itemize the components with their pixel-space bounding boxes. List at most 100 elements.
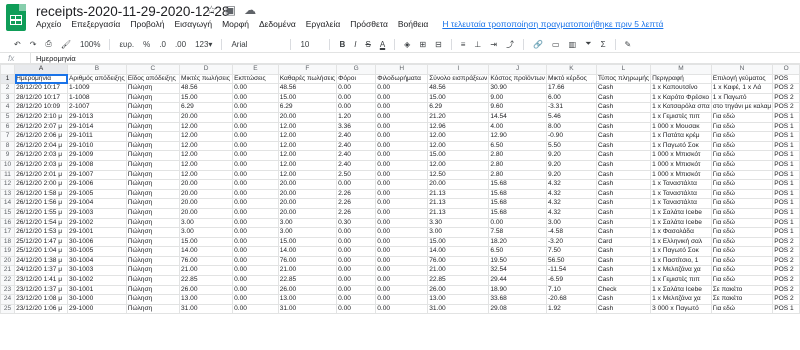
cell[interactable]: POS 1 xyxy=(772,150,800,161)
row-header[interactable]: 15 xyxy=(0,207,16,219)
cell[interactable]: 28/12/20 10:17 xyxy=(14,92,69,104)
cell[interactable]: Cash xyxy=(595,159,652,171)
cell[interactable]: 29-1007 xyxy=(67,169,127,181)
cell[interactable]: Για εδώ xyxy=(710,265,774,277)
cell[interactable]: Πώληση xyxy=(125,294,181,305)
cell[interactable]: 0.00 xyxy=(232,246,279,257)
cell[interactable]: 0.00 xyxy=(375,294,429,305)
percent-format-button[interactable]: % xyxy=(143,40,150,49)
cell[interactable]: 5.46 xyxy=(545,111,597,123)
cell[interactable]: 1 x Ταναστάλτα xyxy=(650,198,712,209)
row-header[interactable]: 11 xyxy=(0,169,16,181)
column-header-c[interactable]: C xyxy=(125,64,181,75)
cell[interactable]: 2.80 xyxy=(488,169,547,181)
cell[interactable]: 22.85 xyxy=(427,275,490,286)
cell[interactable]: POS 2 xyxy=(772,102,800,113)
cell[interactable]: 12.00 xyxy=(277,159,338,171)
cell[interactable]: 48.56 xyxy=(427,83,490,94)
column-header-i[interactable]: I xyxy=(427,64,490,75)
cell[interactable]: Για εδώ xyxy=(710,198,774,209)
cell[interactable]: 2.26 xyxy=(336,207,377,219)
cell[interactable]: 0.00 xyxy=(375,83,429,94)
cell[interactable]: 0.00 xyxy=(375,217,429,229)
cell[interactable]: 1 x Μελιτζάνα χα xyxy=(650,294,712,305)
cell[interactable]: 17.66 xyxy=(545,83,597,94)
cell[interactable]: 0.00 xyxy=(336,303,377,315)
cell[interactable]: POS 1 xyxy=(772,131,800,142)
cell[interactable]: 7.58 xyxy=(488,227,547,238)
cell[interactable]: POS 2 xyxy=(772,246,800,257)
cell[interactable]: 3.30 xyxy=(427,217,490,229)
cell[interactable]: 30-1005 xyxy=(67,246,127,257)
increase-decimals-button[interactable]: .00 xyxy=(175,40,186,49)
cell[interactable]: 15.00 xyxy=(277,92,338,104)
cell[interactable]: Σύνολο εισπράξεων xyxy=(427,73,490,85)
cell[interactable]: -3.20 xyxy=(545,236,597,248)
cell[interactable]: Για εδώ xyxy=(710,169,774,181)
cell[interactable]: 6.29 xyxy=(427,102,490,113)
row-header[interactable]: 17 xyxy=(0,227,16,238)
cell[interactable]: 4.32 xyxy=(545,188,597,200)
menu-help[interactable]: Βοήθεια xyxy=(398,19,428,35)
merge-cells-icon[interactable]: ⊟ xyxy=(435,40,442,49)
column-header-b[interactable]: B xyxy=(67,64,127,75)
row-header[interactable]: 19 xyxy=(0,246,16,257)
cell[interactable]: 1 x Ταναστάλτα xyxy=(650,179,712,190)
row-header[interactable]: 25 xyxy=(0,303,16,315)
cell[interactable]: 0.00 xyxy=(232,217,279,229)
cell[interactable]: Cash xyxy=(595,294,652,305)
select-all-corner[interactable] xyxy=(0,64,16,75)
cell[interactable]: Cash xyxy=(595,207,652,219)
cell[interactable]: 20.00 xyxy=(179,207,234,219)
cell[interactable]: 1 x Καφέ, 1 x Λά xyxy=(710,83,774,94)
cell[interactable]: 18.20 xyxy=(488,236,547,248)
cell[interactable]: 26/12/20 1:54 μ xyxy=(14,217,69,229)
star-icon[interactable]: ☆ xyxy=(206,3,217,17)
cell[interactable]: 0.00 xyxy=(375,111,429,123)
cell[interactable]: Είδος απόδειξης xyxy=(125,73,181,85)
cell[interactable]: 0.00 xyxy=(232,102,279,113)
cell[interactable]: Πώληση xyxy=(125,150,181,161)
cell[interactable]: POS 1 xyxy=(772,140,800,152)
cell[interactable]: Για εδώ xyxy=(710,246,774,257)
cell[interactable]: Για εδώ xyxy=(710,111,774,123)
cell[interactable]: 0.00 xyxy=(336,102,377,113)
cell[interactable]: 12.00 xyxy=(427,131,490,142)
cell[interactable]: 0.00 xyxy=(375,246,429,257)
cell[interactable]: 31.00 xyxy=(179,303,234,315)
cell[interactable]: Για εδώ xyxy=(710,217,774,229)
cell[interactable]: 31.00 xyxy=(427,303,490,315)
cell[interactable]: Για εδώ xyxy=(710,159,774,171)
filter-icon[interactable]: ⏷ xyxy=(585,39,591,49)
cell[interactable]: 6.29 xyxy=(277,102,338,113)
cell[interactable]: 28/12/20 10:17 xyxy=(14,83,69,94)
cell[interactable]: 26/12/20 1:56 μ xyxy=(14,198,69,209)
cell[interactable]: 26.00 xyxy=(179,284,234,296)
cell[interactable]: 1 000 x Μπισκότ xyxy=(650,159,712,171)
insert-chart-icon[interactable]: ▥ xyxy=(569,40,577,49)
cell[interactable]: Πώληση xyxy=(125,207,181,219)
cell[interactable]: στο τηγάνι με καλαμ xyxy=(710,102,774,113)
column-header-j[interactable]: J xyxy=(488,64,547,75)
menu-view[interactable]: Προβολή xyxy=(130,19,164,35)
cell[interactable]: 1 x Καπουτσίνο xyxy=(650,83,712,94)
font-select[interactable]: Arial xyxy=(231,40,281,49)
cell[interactable]: 13.00 xyxy=(179,294,234,305)
cell[interactable]: 26.00 xyxy=(277,284,338,296)
cell[interactable]: 15.00 xyxy=(277,236,338,248)
cell[interactable]: 0.00 xyxy=(375,188,429,200)
cell[interactable]: 3.00 xyxy=(179,217,234,229)
cell[interactable]: 0.00 xyxy=(232,255,279,267)
cell[interactable]: 25/12/20 1:04 μ xyxy=(14,246,69,257)
cell[interactable]: Περιγραφή xyxy=(650,73,712,85)
cell[interactable]: POS xyxy=(772,73,800,85)
cell[interactable]: 0.00 xyxy=(488,217,547,229)
cell[interactable]: 26/12/20 2:04 μ xyxy=(14,140,69,152)
cell[interactable]: 29-1000 xyxy=(67,303,127,315)
cell[interactable]: 13.00 xyxy=(277,294,338,305)
cell[interactable]: Cash xyxy=(595,150,652,161)
cell[interactable]: Πώληση xyxy=(125,198,181,209)
cell[interactable]: 12.50 xyxy=(427,169,490,181)
cell[interactable]: POS 2 xyxy=(772,275,800,286)
cell[interactable]: 0.00 xyxy=(336,275,377,286)
